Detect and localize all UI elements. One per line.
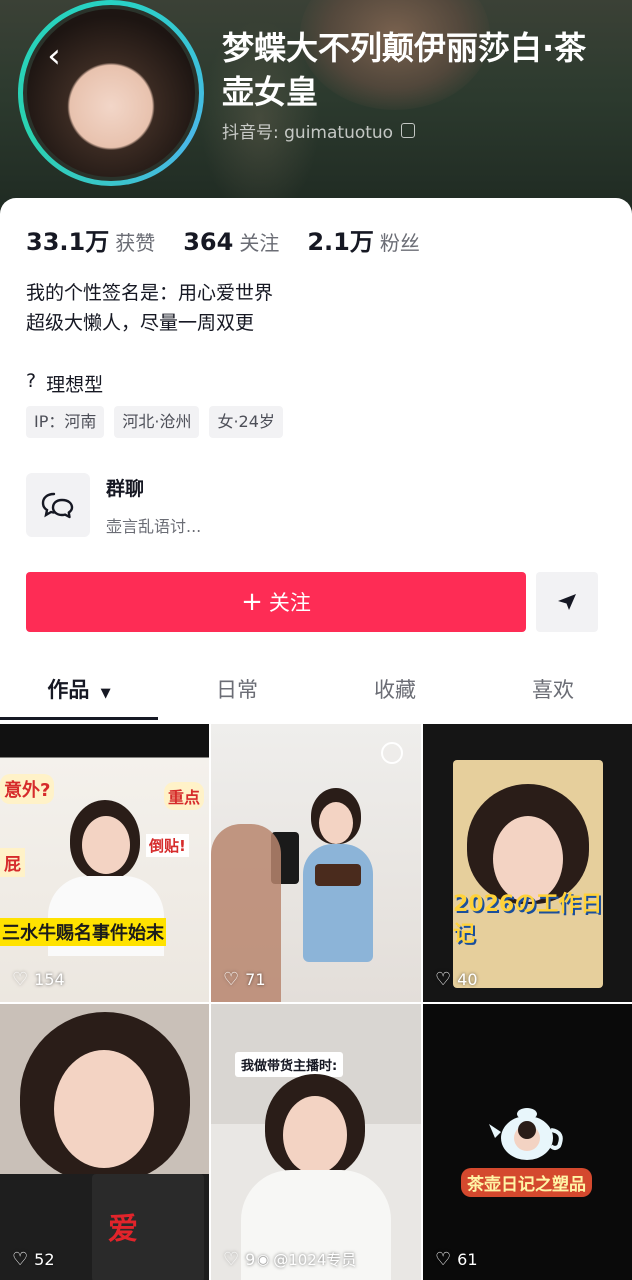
send-message-button[interactable] bbox=[536, 572, 598, 632]
tab-label: 收藏 bbox=[374, 678, 416, 702]
tab-favorites[interactable]: 收藏 bbox=[316, 664, 474, 722]
group-chat-text: 群聊 壶言乱语讨... bbox=[106, 474, 201, 537]
heart-icon: ♡ bbox=[223, 1249, 240, 1270]
stat-followers[interactable]: 2.1万 粉丝 bbox=[307, 222, 420, 257]
heart-icon: ♡ bbox=[12, 1249, 29, 1270]
teapot-icon bbox=[487, 1102, 567, 1164]
person-face bbox=[82, 816, 130, 874]
tag-gender-age: 女·24岁 bbox=[209, 406, 283, 438]
tag-ip: IP：河南 bbox=[26, 406, 105, 438]
heart-icon: ♡ bbox=[223, 969, 240, 990]
settings-icon bbox=[381, 742, 403, 764]
heart-icon: ♡ bbox=[435, 1249, 452, 1270]
tab-daily[interactable]: 日常 bbox=[158, 664, 316, 722]
content-tabs: 作品 ▼ 日常 收藏 喜欢 bbox=[0, 664, 632, 722]
avatar-image bbox=[23, 5, 199, 181]
copy-icon[interactable] bbox=[401, 123, 416, 138]
stat-label: 关注 bbox=[239, 231, 280, 255]
like-count: ♡ 154 bbox=[12, 969, 65, 990]
stat-label: 粉丝 bbox=[379, 231, 420, 255]
nickname: 梦蝶大不列颠伊丽莎白·茶壶女皇 bbox=[222, 29, 587, 111]
video-caption: 我做带货主播时: bbox=[235, 1052, 344, 1077]
stat-value: 364 bbox=[183, 228, 234, 256]
bio: 我的个性签名是：用心爱世界 超级大懒人，尽量一周双更 bbox=[26, 278, 273, 338]
sticker-text: 倒贴! bbox=[146, 834, 189, 857]
like-count-value: 9 bbox=[245, 1250, 256, 1269]
stat-likes[interactable]: 33.1万 获赞 bbox=[26, 222, 155, 257]
watermark-text: @1024专员 bbox=[273, 1251, 357, 1269]
sticker-text: 重点 bbox=[164, 782, 205, 810]
caret-down-icon: ▼ bbox=[100, 686, 111, 701]
tab-label: 喜欢 bbox=[532, 678, 574, 702]
bio-line: 超级大懒人，尽量一周双更 bbox=[26, 312, 255, 334]
chat-bubbles-icon bbox=[26, 473, 90, 537]
like-count: ♡ 52 bbox=[12, 1249, 55, 1270]
video-tile[interactable]: 意外? 重点 倒贴! 屁 三水牛赐名事件始末 ♡ 154 bbox=[0, 724, 209, 1002]
douyin-id[interactable]: 抖音号: guimatuotuo bbox=[222, 118, 416, 143]
tab-works[interactable]: 作品 ▼ bbox=[0, 664, 158, 722]
like-count: ♡ 71 bbox=[223, 969, 266, 990]
stat-label: 获赞 bbox=[115, 231, 156, 255]
like-count: ♡ 9 bbox=[223, 1249, 255, 1270]
video-tile[interactable]: 2026の工作日记 ♡ 40 bbox=[423, 724, 632, 1002]
tab-label: 日常 bbox=[216, 678, 258, 702]
like-count-value: 40 bbox=[457, 970, 478, 989]
video-caption: 茶壶日记之塑品 bbox=[461, 1168, 592, 1197]
video-caption: 三水牛赐名事件始末 bbox=[0, 918, 166, 946]
cake bbox=[315, 864, 361, 886]
bio-line: 我的个性签名是：用心爱世界 bbox=[26, 282, 274, 304]
sticker-text: 屁 bbox=[0, 848, 25, 877]
profile-banner: ‹ 梦蝶大不列颠伊丽莎白·茶壶女皇 抖音号: guimatuotuo bbox=[0, 0, 632, 215]
video-tile[interactable]: ♡ 71 bbox=[211, 724, 421, 1002]
send-icon bbox=[558, 594, 576, 610]
like-count-value: 71 bbox=[245, 970, 266, 989]
tab-likes[interactable]: 喜欢 bbox=[474, 664, 632, 722]
group-chat-entry[interactable]: 群聊 壶言乱语讨... bbox=[26, 470, 606, 540]
video-grid: 意外? 重点 倒贴! 屁 三水牛赐名事件始末 ♡ 154 ♡ 71 2026の工… bbox=[0, 724, 632, 1280]
like-count: ♡ 61 bbox=[435, 1249, 478, 1270]
like-count-value: 52 bbox=[34, 1250, 55, 1269]
video-caption: 2026の工作日记 bbox=[453, 892, 603, 947]
watermark: ◉ @1024专员 bbox=[257, 1249, 356, 1270]
ideal-type: ? 理想型 bbox=[26, 370, 103, 397]
stats-row: 33.1万 获赞 364 关注 2.1万 粉丝 bbox=[26, 222, 420, 257]
heart-icon: ♡ bbox=[12, 969, 29, 990]
like-count: ♡ 40 bbox=[435, 969, 478, 990]
tab-label: 作品 bbox=[47, 678, 90, 702]
group-chat-subtitle: 壶言乱语讨... bbox=[106, 516, 202, 536]
like-count-value: 154 bbox=[34, 970, 65, 989]
stat-value: 2.1万 bbox=[307, 228, 374, 256]
douyin-id-text: 抖音号: guimatuotuo bbox=[222, 123, 394, 143]
plus-icon: + bbox=[241, 587, 263, 617]
person-face bbox=[319, 802, 353, 844]
profile-tags: IP：河南 河北·沧州 女·24岁 bbox=[26, 406, 283, 438]
avatar[interactable] bbox=[18, 0, 204, 186]
like-count-value: 61 bbox=[457, 1250, 478, 1269]
follow-button[interactable]: + 关注 bbox=[26, 572, 526, 632]
ideal-type-text: 理想型 bbox=[46, 374, 104, 396]
question-icon: ? bbox=[26, 370, 37, 392]
stat-following[interactable]: 364 关注 bbox=[183, 227, 279, 256]
stat-value: 33.1万 bbox=[26, 228, 110, 256]
group-chat-title: 群聊 bbox=[106, 477, 145, 500]
back-icon[interactable]: ‹ bbox=[36, 36, 72, 76]
video-tile[interactable]: 茶壶日记之塑品 ♡ 61 bbox=[423, 1004, 632, 1280]
video-tile[interactable]: 我做带货主播时: ♡ 9 ◉ @1024专员 bbox=[211, 1004, 421, 1280]
sticker-text: 意外? bbox=[0, 774, 55, 804]
video-tile[interactable]: 爱 ♡ 52 bbox=[0, 1004, 209, 1280]
follow-button-label: 关注 bbox=[268, 591, 311, 615]
person-dress bbox=[303, 844, 373, 962]
video-caption: 爱 bbox=[108, 1212, 138, 1247]
tag-location: 河北·沧州 bbox=[114, 406, 200, 438]
person-face bbox=[54, 1050, 154, 1168]
person-face bbox=[283, 1096, 347, 1174]
weibo-logo-icon: ◉ bbox=[257, 1251, 270, 1268]
heart-icon: ♡ bbox=[435, 969, 452, 990]
